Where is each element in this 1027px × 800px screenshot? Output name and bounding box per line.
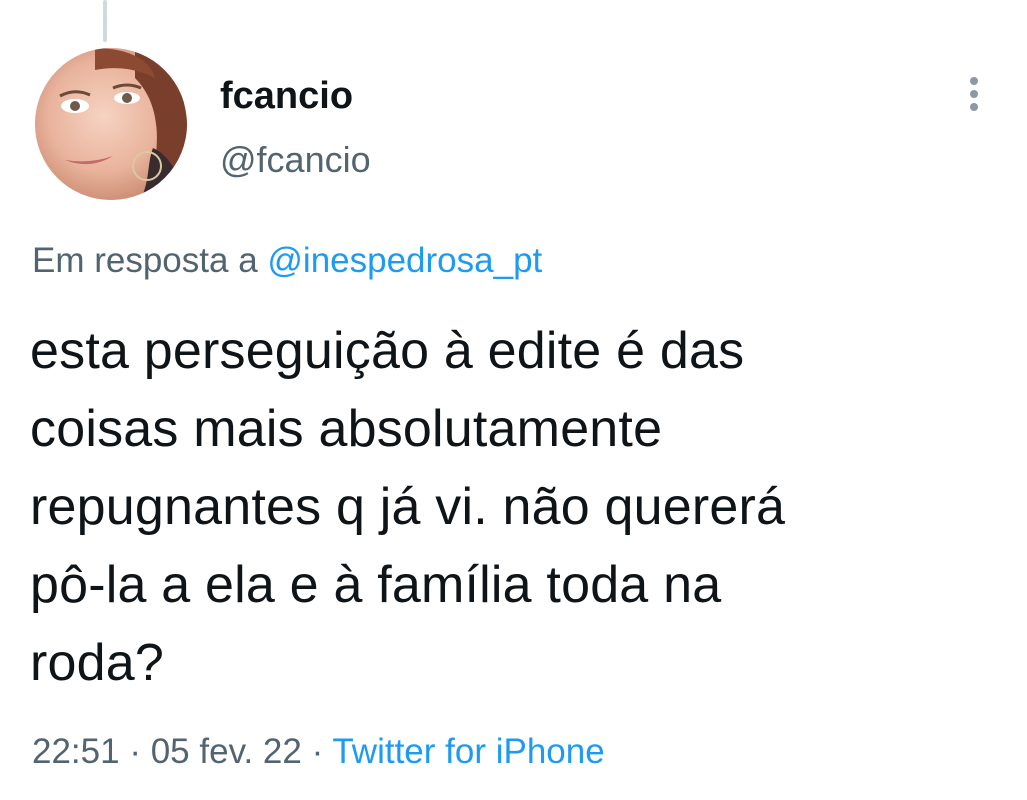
meta-separator: · [311,732,324,771]
reply-context: Em resposta a @inespedrosa_pt [32,240,542,282]
reply-prefix: Em resposta a [32,241,258,280]
tweet-source-link[interactable]: Twitter for iPhone [332,732,604,771]
tweet-text-line: repugnantes q já vi. não quererá [30,478,786,536]
tweet-text: esta perseguição à edite é das coisas ma… [30,312,990,702]
tweet-time[interactable]: 22:51 [32,732,120,771]
reply-mention-link[interactable]: @inespedrosa_pt [267,241,542,280]
author-display-name[interactable]: fcancio [220,76,353,116]
more-vertical-icon [970,77,978,111]
avatar[interactable] [35,48,187,200]
more-options-button[interactable] [958,72,990,116]
author-handle[interactable]: @fcancio [220,140,371,180]
tweet-metadata: 22:51 · 05 fev. 22 · Twitter for iPhone [32,730,605,774]
user-avatar-photo [35,48,187,200]
tweet-text-line: esta perseguição à edite é das [30,322,745,380]
tweet-text-line: coisas mais absolutamente [30,400,663,458]
tweet-date[interactable]: 05 fev. 22 [151,732,302,771]
tweet-text-line: pô-la a ela e à família toda na [30,556,722,614]
meta-separator: · [129,732,141,771]
thread-connector-line [103,0,107,42]
tweet-text-line: roda? [30,634,164,692]
